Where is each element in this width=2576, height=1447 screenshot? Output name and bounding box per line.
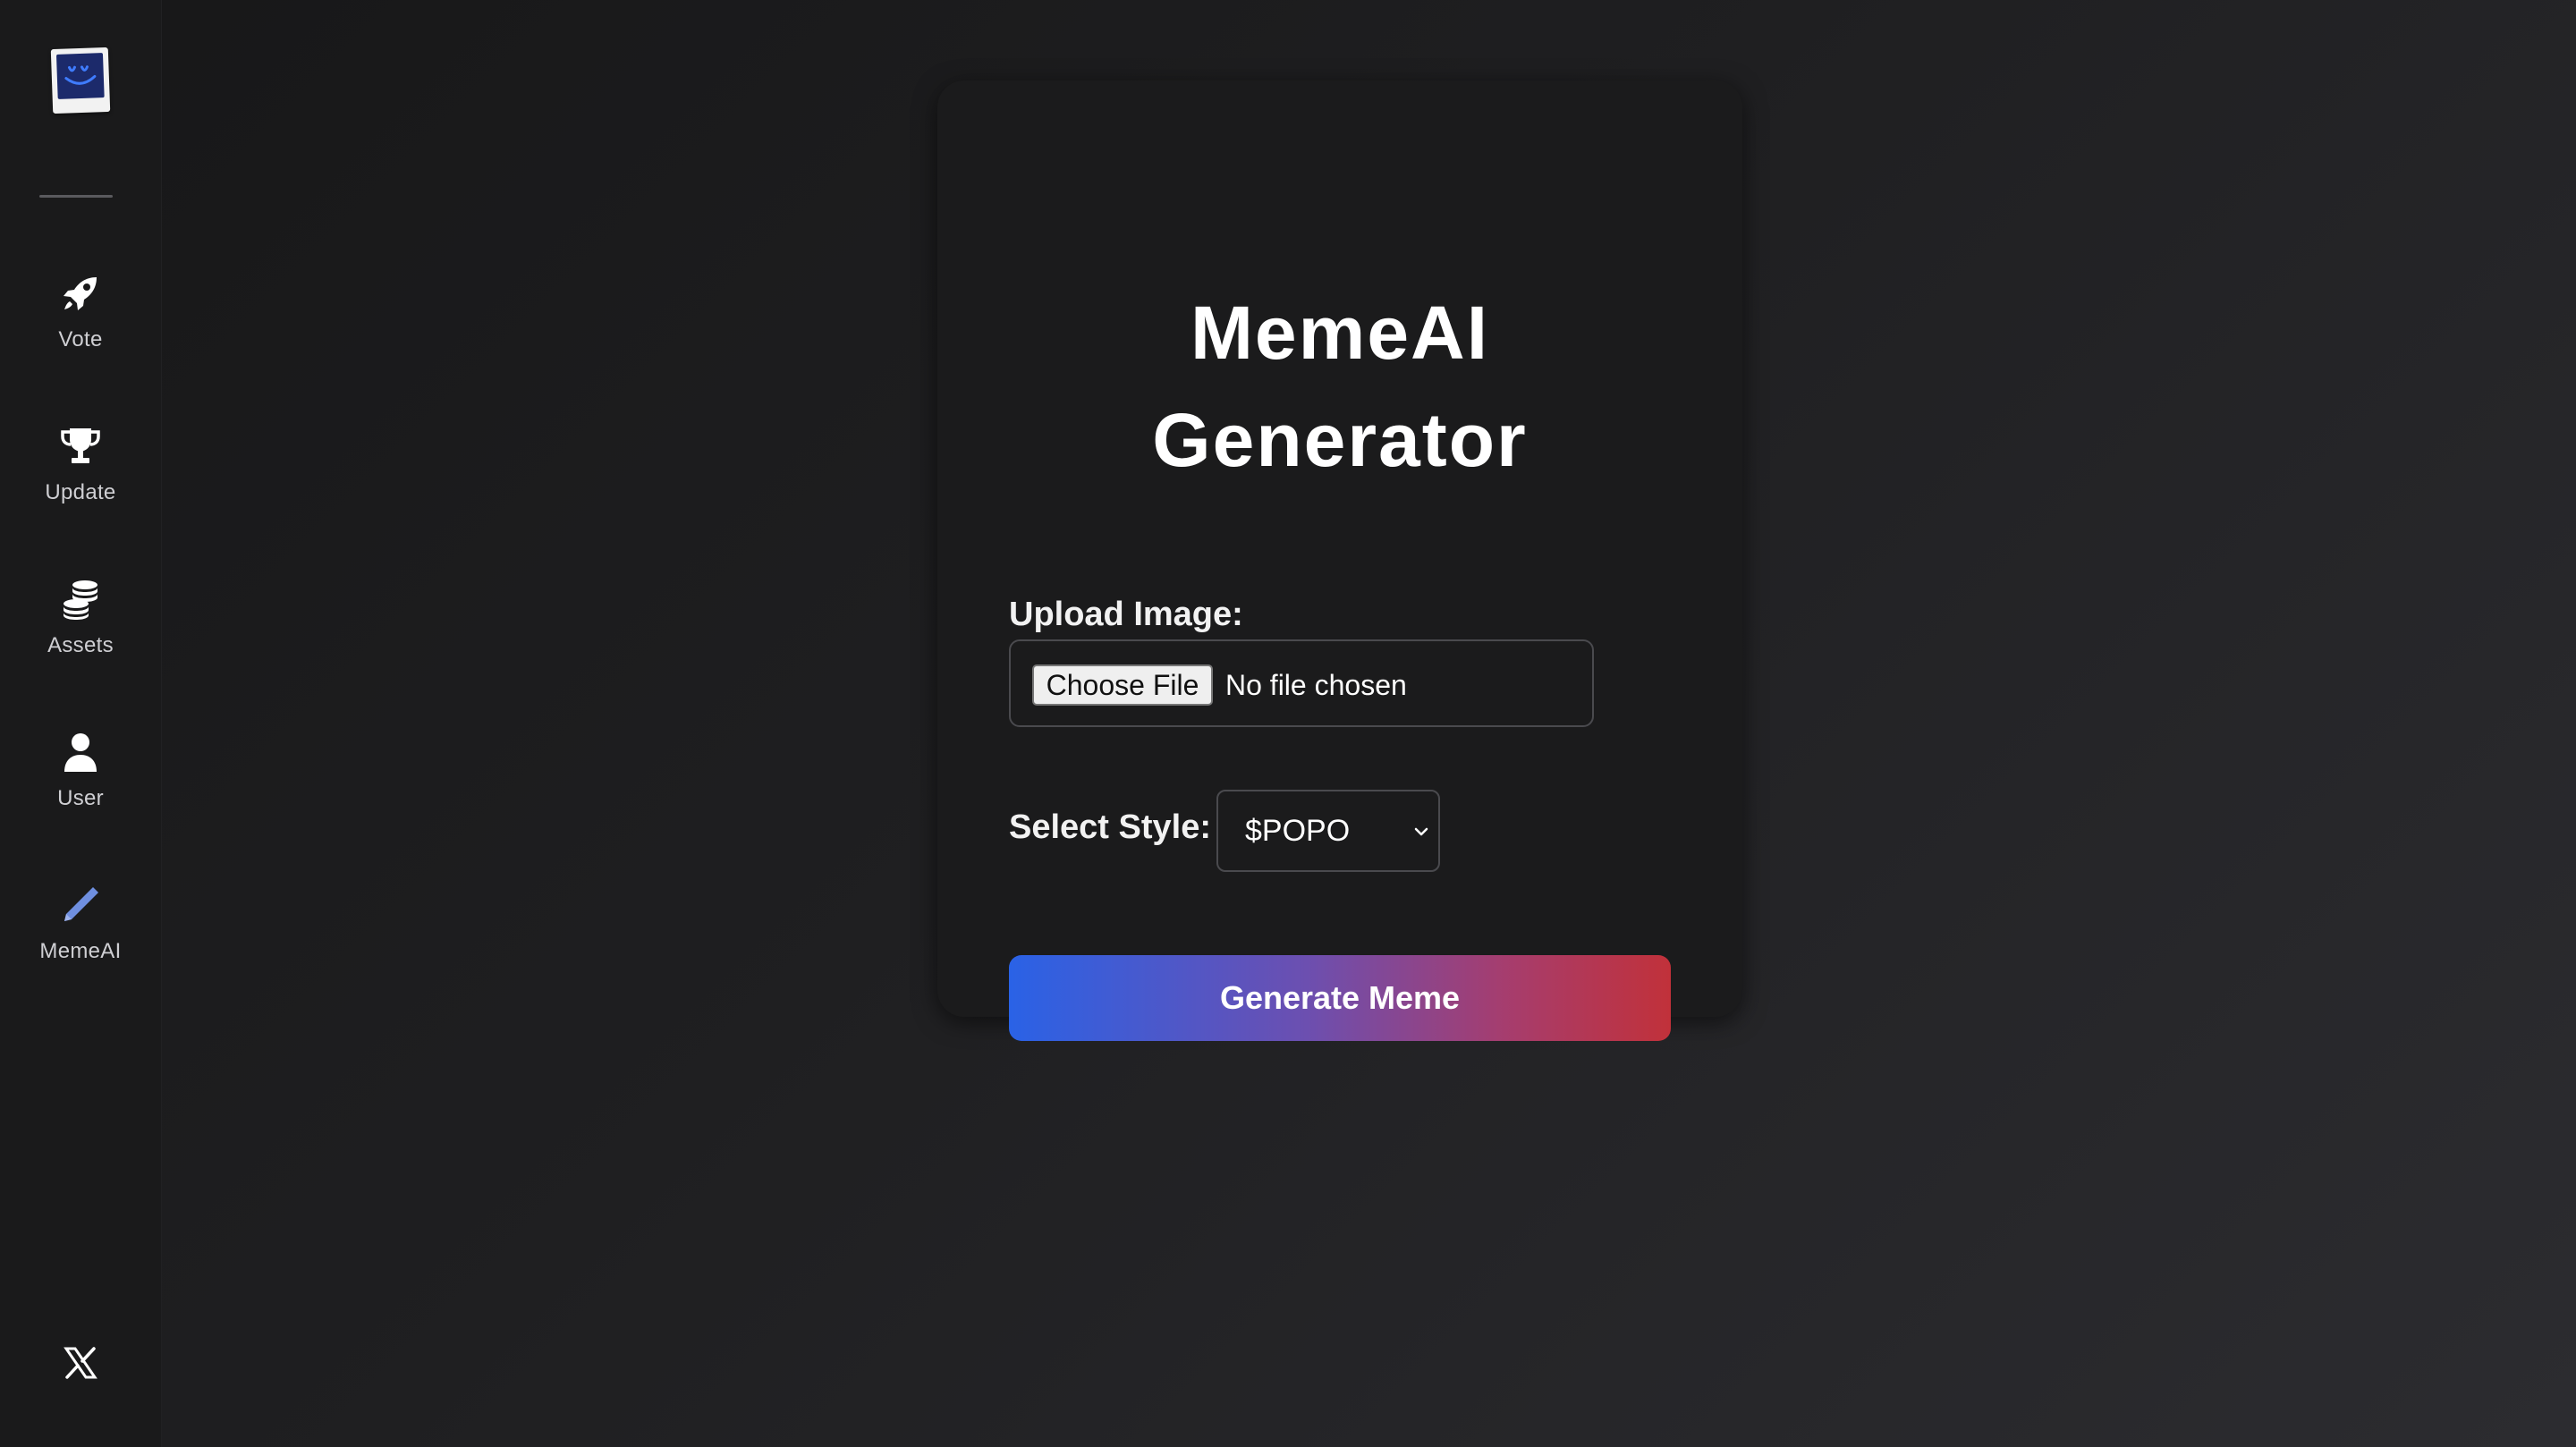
sidebar-divider <box>39 195 113 198</box>
select-style-label: Select Style: <box>1009 808 1211 846</box>
sidebar-item-memeai[interactable]: MemeAI <box>0 884 161 991</box>
generate-meme-button[interactable]: Generate Meme <box>1009 955 1671 1041</box>
sidebar-item-label: MemeAI <box>39 939 122 963</box>
style-select-value: $POPO <box>1245 814 1351 848</box>
user-icon <box>64 733 97 772</box>
sidebar-item-update[interactable]: Update <box>0 425 161 532</box>
sidebar-item-label: User <box>57 786 104 810</box>
sidebar-item-label: Update <box>45 480 116 504</box>
sidebar-item-label: Assets <box>47 633 114 657</box>
logo[interactable] <box>50 47 111 114</box>
file-status-text: No file chosen <box>1225 669 1407 701</box>
x-social-link[interactable] <box>59 1341 102 1384</box>
title-line-2: Generator <box>1152 398 1528 482</box>
sidebar-item-assets[interactable]: Assets <box>0 578 161 685</box>
logo-face <box>55 53 105 99</box>
upload-image-label: Upload Image: <box>1009 596 1243 633</box>
meme-generator-card: MemeAI Generator Upload Image: Choose Fi… <box>937 80 1742 1041</box>
title-line-1: MemeAI <box>1190 291 1490 375</box>
coins-stack-icon <box>64 580 97 620</box>
rocket-icon <box>64 277 97 310</box>
style-select[interactable]: $POPO <box>1216 790 1440 872</box>
page-title: MemeAI Generator <box>937 279 1742 494</box>
sidebar-item-user[interactable]: User <box>0 731 161 838</box>
trophy-icon <box>61 428 100 463</box>
pencil-icon <box>64 887 98 921</box>
smiley-icon <box>64 65 97 85</box>
sidebar: Vote Update Assets User MemeAI <box>0 0 162 1447</box>
sidebar-item-label: Vote <box>58 327 103 351</box>
choose-file-button[interactable]: Choose File <box>1032 664 1213 706</box>
file-input[interactable]: Choose File No file chosen <box>1009 639 1594 727</box>
x-logo-icon <box>64 1347 97 1379</box>
chevron-down-icon <box>1414 827 1428 836</box>
sidebar-item-vote[interactable]: Vote <box>0 272 161 379</box>
